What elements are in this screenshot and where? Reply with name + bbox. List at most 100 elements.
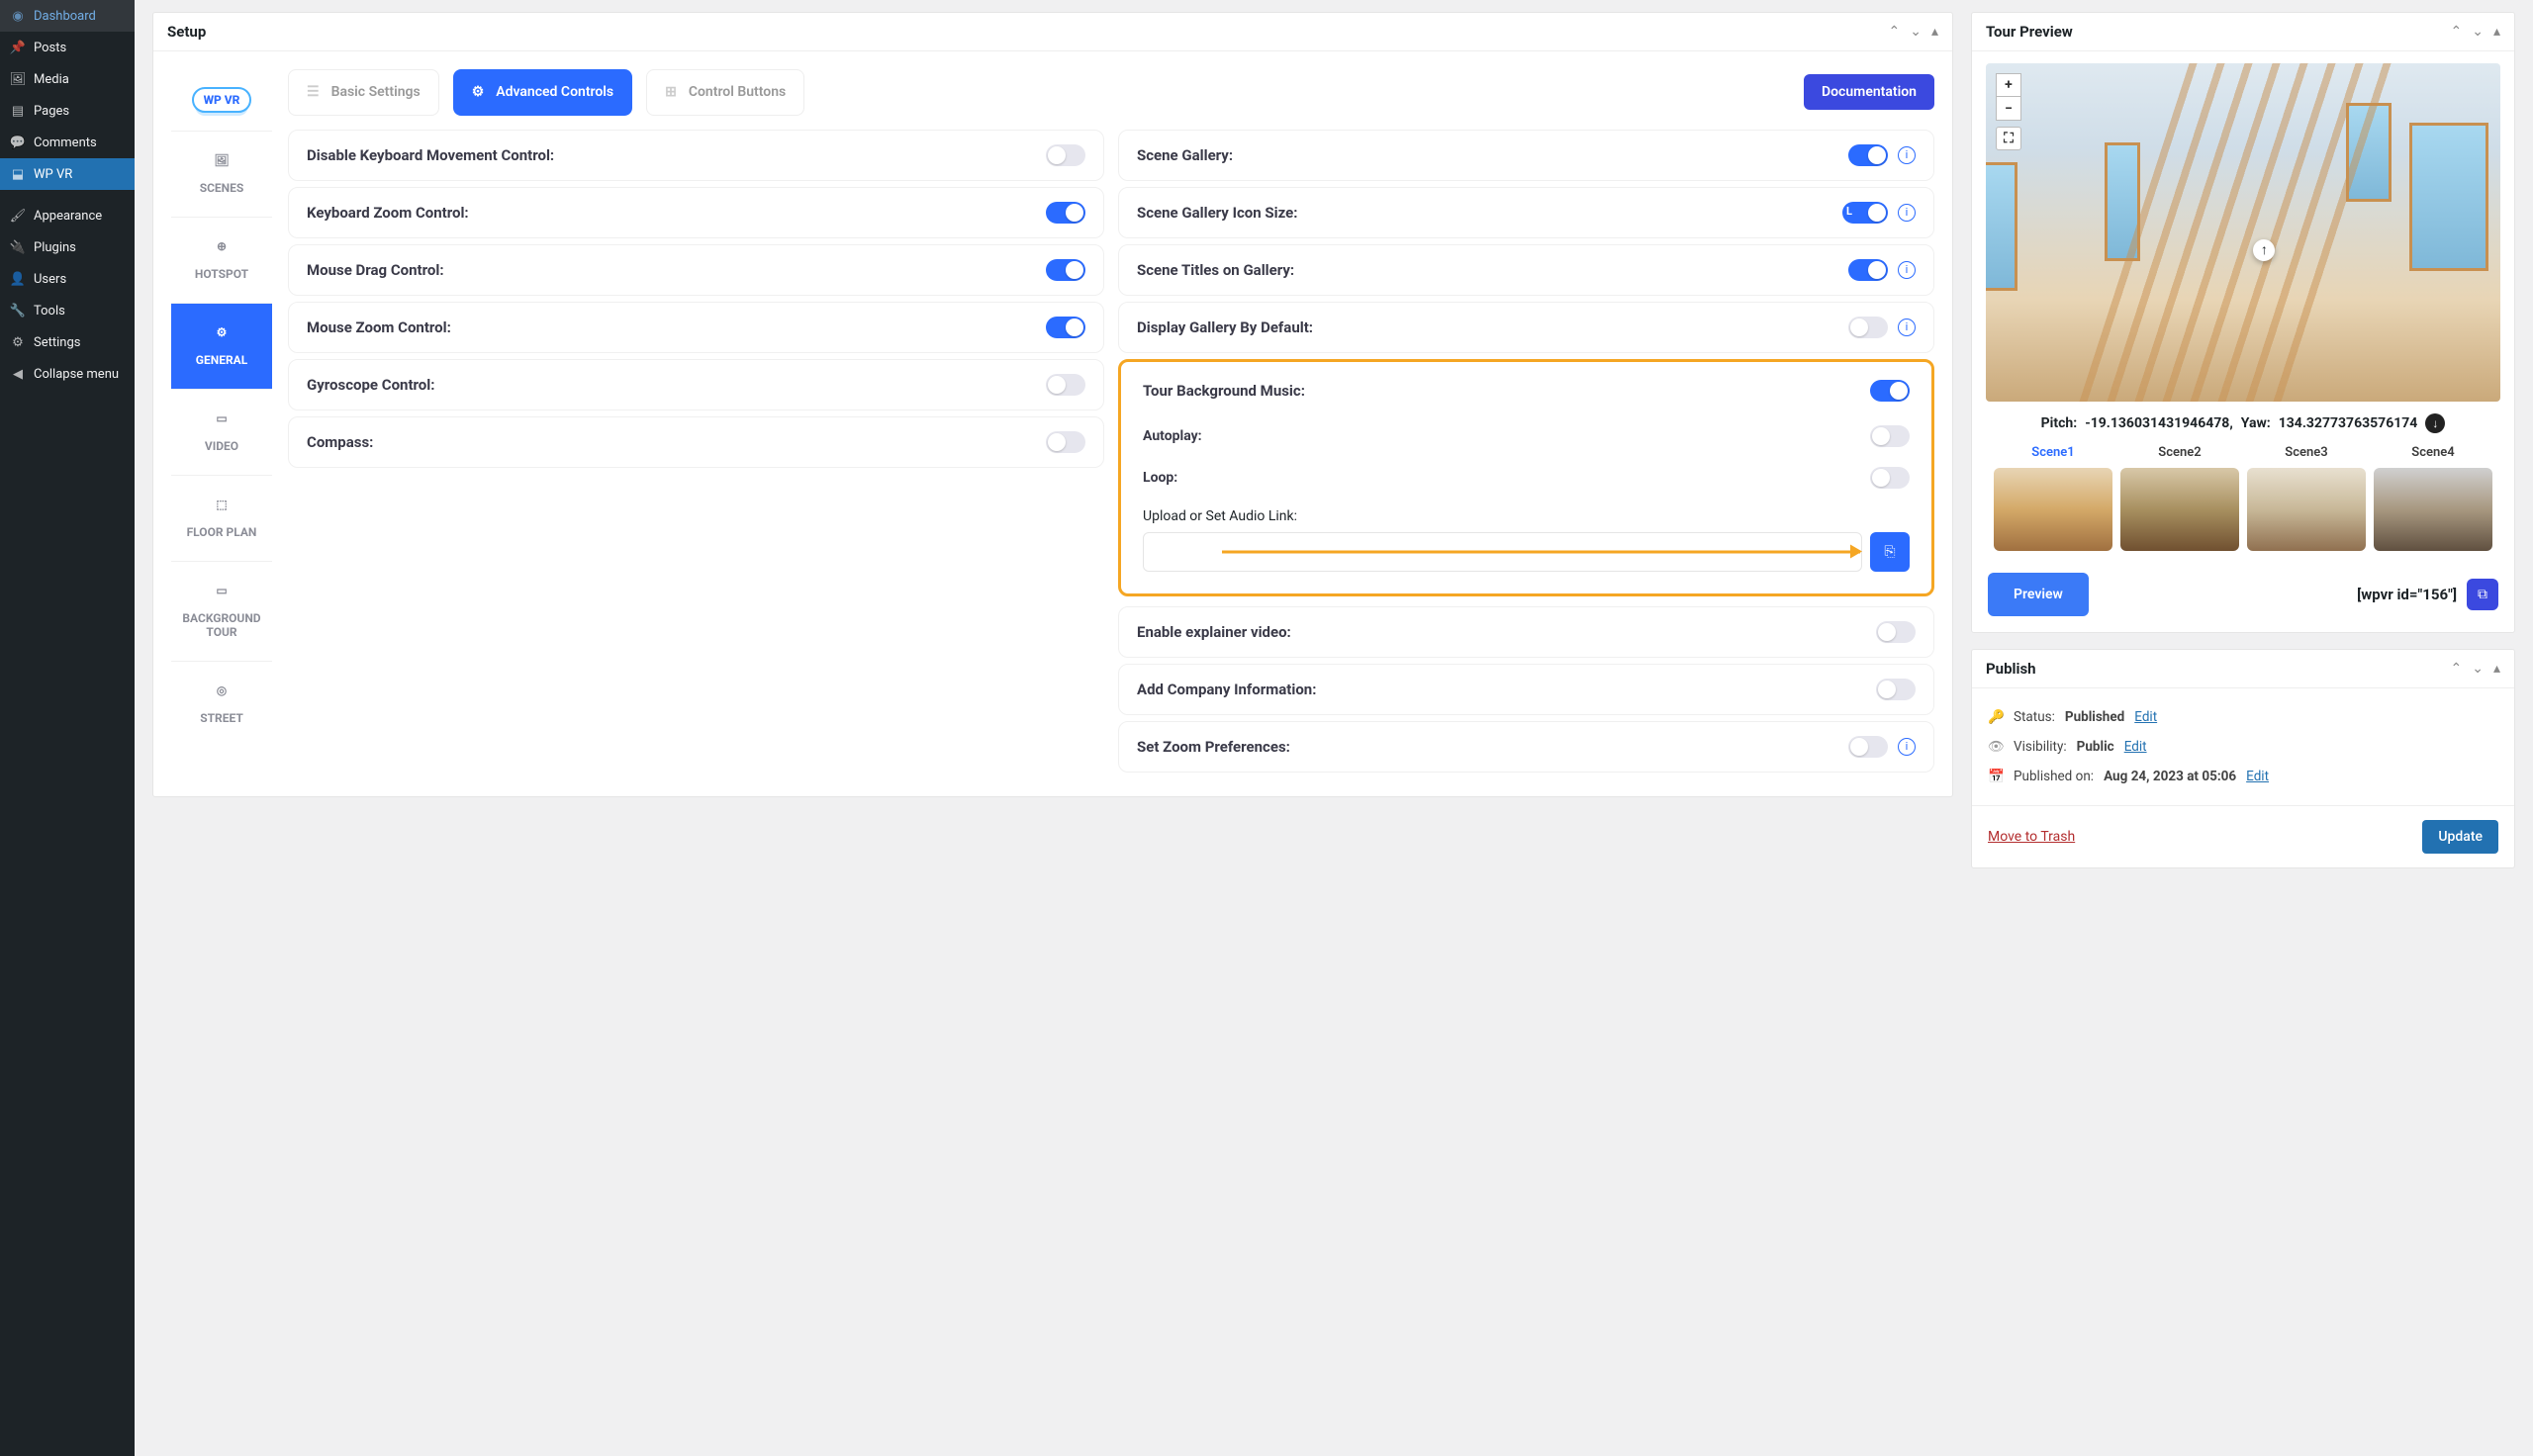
sidebar-item-settings[interactable]: ⚙Settings (0, 326, 135, 358)
info-icon[interactable]: i (1898, 204, 1916, 222)
info-icon[interactable]: i (1898, 146, 1916, 164)
target-icon: ⊕ (212, 239, 232, 259)
dashboard-icon: ◉ (10, 8, 26, 24)
sidebar-item-appearance[interactable]: 🖌Appearance (0, 200, 135, 231)
scene-gallery: Scene1 Scene2 Scene3 Scene4 (1986, 441, 2500, 561)
scene-thumb-3[interactable] (2247, 468, 2366, 551)
toggle-loop[interactable] (1870, 467, 1910, 489)
vtab-general[interactable]: ⚙GENERAL (171, 304, 272, 390)
toggle-compass[interactable] (1046, 431, 1085, 453)
panel-down-icon[interactable]: ⌄ (1910, 24, 1922, 40)
toggle-keyboard-zoom[interactable] (1046, 202, 1085, 224)
scene-tab-1[interactable]: Scene1 (2031, 441, 2074, 464)
zoom-out-button[interactable]: − (1996, 97, 2021, 121)
map-icon: ⬚ (212, 498, 232, 517)
info-icon[interactable]: i (1898, 318, 1916, 336)
sidebar-item-plugins[interactable]: 🔌Plugins (0, 231, 135, 263)
scene-thumb-4[interactable] (2374, 468, 2492, 551)
vr-icon: ⬓ (10, 166, 26, 182)
sidebar-collapse[interactable]: ◀Collapse menu (0, 358, 135, 390)
setup-panel: Setup ⌃ ⌄ ▴ WP VR 🖼SCENES ⊕HOTSPOT (152, 12, 1953, 797)
sidebar-item-comments[interactable]: 💬Comments (0, 127, 135, 158)
panel-toggle-icon[interactable]: ▴ (2493, 24, 2500, 40)
coordinates-readout: Pitch: -19.136031431946478, Yaw: 134.327… (1986, 402, 2500, 441)
edit-date-link[interactable]: Edit (2246, 769, 2269, 784)
scene-tab-2[interactable]: Scene2 (2158, 441, 2201, 464)
toggle-scene-titles[interactable] (1848, 259, 1888, 281)
move-to-trash-link[interactable]: Move to Trash (1988, 829, 2075, 845)
sidebar-item-wpvr[interactable]: ⬓WP VR (0, 158, 135, 190)
scene-thumb-1[interactable] (1994, 468, 2112, 551)
vtab-floorplan[interactable]: ⬚FLOOR PLAN (171, 476, 272, 562)
publish-panel: Publish ⌃⌄▴ 🔑Status: Published Edit 👁Vis… (1971, 649, 2515, 868)
copy-shortcode-button[interactable]: ⧉ (2467, 579, 2498, 610)
panel-up-icon[interactable]: ⌃ (2451, 661, 2463, 677)
info-icon[interactable]: i (1898, 261, 1916, 279)
setup-title: Setup (167, 23, 206, 41)
sidebar-item-users[interactable]: 👤Users (0, 263, 135, 295)
toggle-bg-music[interactable] (1870, 380, 1910, 402)
scene-tab-4[interactable]: Scene4 (2411, 441, 2454, 464)
vtab-bgtour[interactable]: ▭BACKGROUND TOUR (171, 562, 272, 662)
panel-toggle-icon[interactable]: ▴ (1931, 24, 1938, 40)
vtab-hotspot[interactable]: ⊕HOTSPOT (171, 218, 272, 304)
label-autoplay: Autoplay: (1143, 428, 1202, 444)
toggle-company-info[interactable] (1876, 679, 1916, 700)
download-icon[interactable]: ↓ (2425, 413, 2445, 433)
panel-up-icon[interactable]: ⌃ (2451, 24, 2463, 40)
toggle-autoplay[interactable] (1870, 425, 1910, 447)
label-explainer: Enable explainer video: (1137, 623, 1291, 641)
toggle-gallery-icon-size[interactable]: L (1842, 202, 1888, 224)
update-button[interactable]: Update (2422, 820, 2498, 854)
panorama-viewport[interactable]: ↑ + − ⛶ (1986, 63, 2500, 402)
edit-visibility-link[interactable]: Edit (2124, 739, 2147, 755)
sidebar-item-tools[interactable]: 🔧Tools (0, 295, 135, 326)
preview-button[interactable]: Preview (1988, 573, 2089, 616)
toggle-disable-keyboard[interactable] (1046, 144, 1085, 166)
toggle-mouse-drag[interactable] (1046, 259, 1085, 281)
tour-preview-panel: Tour Preview ⌃⌄▴ ↑ + − (1971, 12, 2515, 633)
sidebar-item-pages[interactable]: ▤Pages (0, 95, 135, 127)
controls-icon: ⚙ (472, 84, 485, 100)
sliders-icon: ☰ (307, 84, 320, 100)
sidebar-item-posts[interactable]: 📌Posts (0, 32, 135, 63)
upload-audio-button[interactable]: ⎘ (1870, 532, 1910, 572)
panel-down-icon[interactable]: ⌄ (2472, 24, 2484, 40)
toggle-scene-gallery[interactable] (1848, 144, 1888, 166)
toggle-explainer[interactable] (1876, 621, 1916, 643)
zoom-in-button[interactable]: + (1996, 73, 2021, 97)
documentation-button[interactable]: Documentation (1804, 74, 1934, 110)
toggle-display-gallery[interactable] (1848, 317, 1888, 338)
toggle-gyroscope[interactable] (1046, 374, 1085, 396)
toggle-zoom-pref[interactable] (1848, 736, 1888, 758)
panel-down-icon[interactable]: ⌄ (2472, 661, 2484, 677)
setup-vertical-tabs: WP VR 🖼SCENES ⊕HOTSPOT ⚙GENERAL ▭VIDEO ⬚… (171, 69, 272, 778)
panel-toggle-icon[interactable]: ▴ (2493, 661, 2500, 677)
page-icon: ▤ (10, 103, 26, 119)
label-mouse-drag: Mouse Drag Control: (307, 261, 444, 279)
upload-icon: ⎘ (1884, 544, 1895, 560)
scene-thumb-2[interactable] (2120, 468, 2239, 551)
label-loop: Loop: (1143, 470, 1177, 486)
htab-advanced[interactable]: ⚙Advanced Controls (453, 69, 632, 116)
arrow-annotation (1222, 550, 1860, 553)
info-icon[interactable]: i (1898, 738, 1916, 756)
key-icon: 🔑 (1988, 709, 2004, 725)
edit-status-link[interactable]: Edit (2134, 709, 2157, 725)
htab-buttons[interactable]: ⊞Control Buttons (646, 69, 804, 116)
fullscreen-button[interactable]: ⛶ (1996, 127, 2021, 150)
scene-tab-3[interactable]: Scene3 (2285, 441, 2327, 464)
vtab-video[interactable]: ▭VIDEO (171, 390, 272, 476)
toggle-mouse-zoom[interactable] (1046, 317, 1085, 338)
panel-up-icon[interactable]: ⌃ (1889, 24, 1901, 40)
htab-basic[interactable]: ☰Basic Settings (288, 69, 439, 116)
label-upload-audio: Upload or Set Audio Link: (1143, 508, 1910, 524)
vtab-street[interactable]: ◎STREET (171, 662, 272, 747)
sidebar-item-media[interactable]: 🖼Media (0, 63, 135, 95)
wp-admin-sidebar: ◉Dashboard 📌Posts 🖼Media ▤Pages 💬Comment… (0, 0, 135, 1456)
vtab-scenes[interactable]: 🖼SCENES (171, 132, 272, 218)
sidebar-item-dashboard[interactable]: ◉Dashboard (0, 0, 135, 32)
gear-icon: ⚙ (212, 325, 232, 345)
media-icon: 🖼 (10, 71, 26, 87)
shortcode-text: [wpvr id="156"] (2357, 586, 2457, 603)
